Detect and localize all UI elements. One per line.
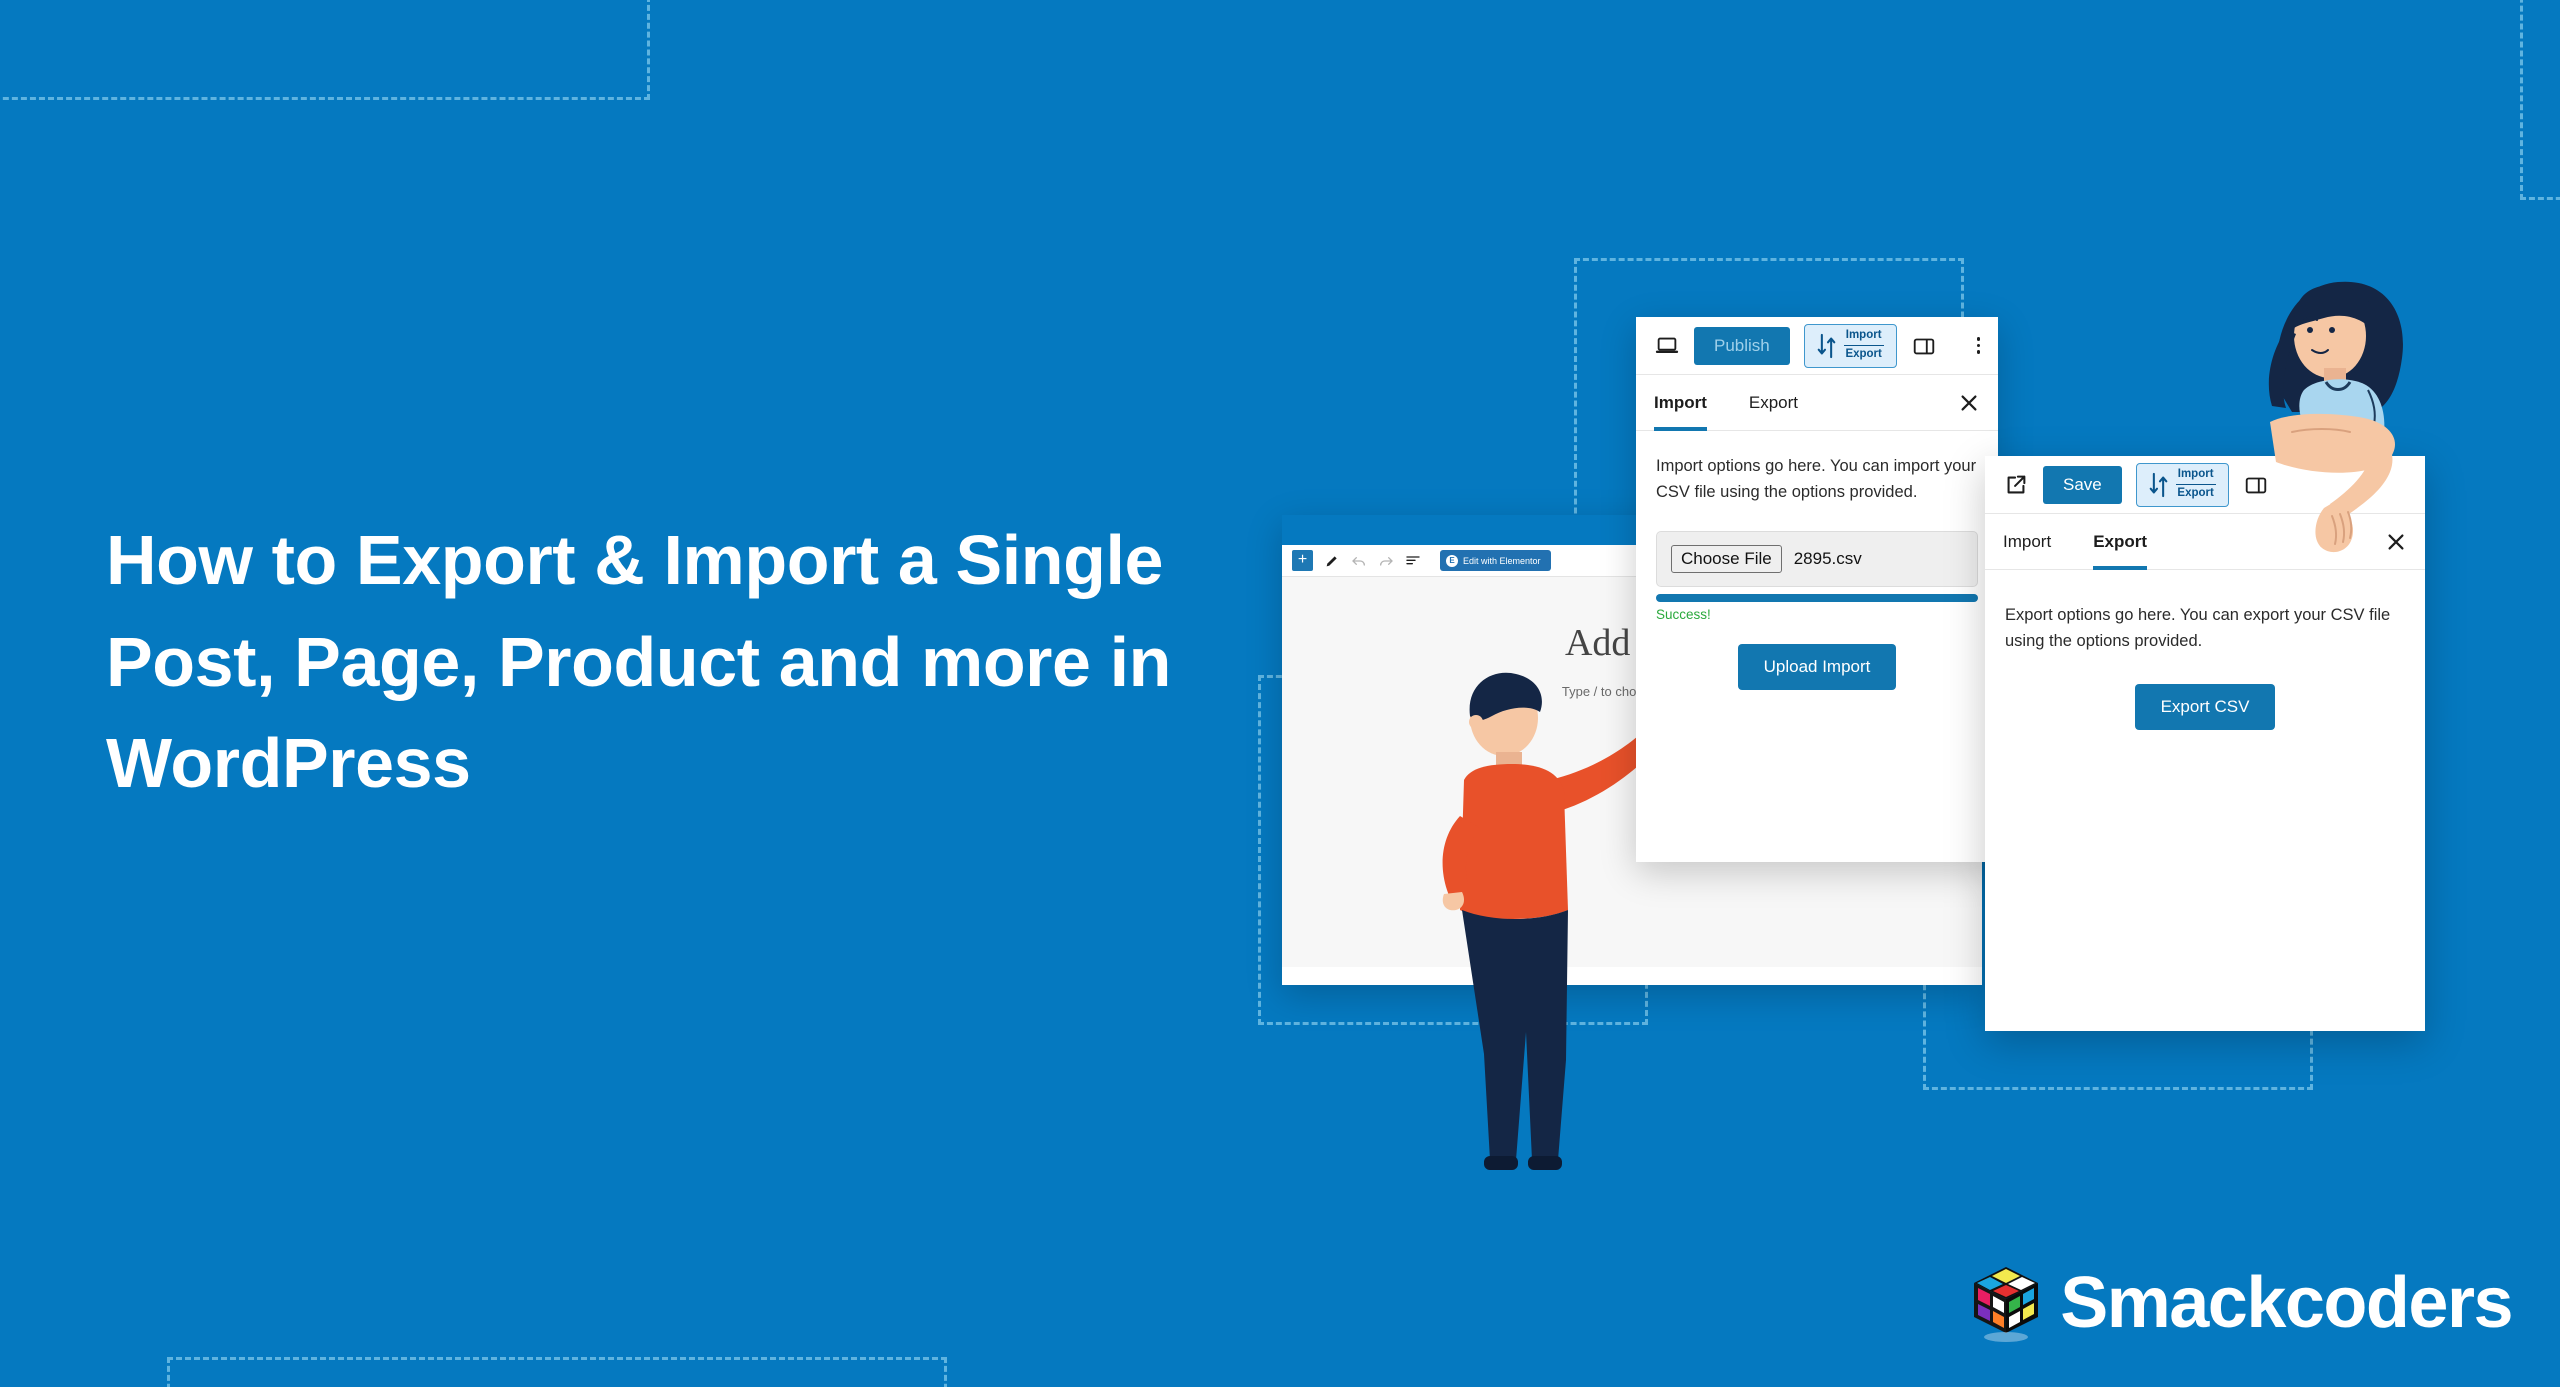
export-description: Export options go here. You can export y… <box>2005 606 2391 651</box>
export-panel-body: Export options go here. You can export y… <box>1985 570 2425 731</box>
sidebar-panel-icon[interactable] <box>1911 333 1937 359</box>
tab-import[interactable]: Import <box>2003 514 2051 569</box>
elementor-badge-icon: E <box>1446 554 1458 567</box>
selected-file-name: 2895.csv <box>1793 549 1862 569</box>
choose-file-button[interactable]: Choose File <box>1671 545 1782 574</box>
close-x-icon[interactable] <box>2385 531 2407 553</box>
up-down-arrows-icon <box>1817 333 1836 358</box>
sidebar-panel-icon[interactable] <box>2243 472 2269 498</box>
publish-button[interactable]: Publish <box>1694 326 1790 365</box>
page-title: How to Export & Import a Single Post, Pa… <box>106 521 1172 802</box>
import-panel: Publish Import Export Import Export Impo… <box>1636 317 1998 862</box>
export-panel: Save Import Export Import Export Export … <box>1985 456 2425 1031</box>
ie-toggle-export-label: Export <box>2177 487 2214 499</box>
import-panel-tabs: Import Export <box>1636 375 1998 431</box>
ie-toggle-export-label: Export <box>1845 348 1882 360</box>
save-button[interactable]: Save <box>2043 465 2122 504</box>
document-outline-icon[interactable] <box>1405 553 1421 569</box>
decor-dashed-box-top-left <box>0 0 650 100</box>
plus-icon[interactable]: + <box>1292 550 1313 571</box>
import-panel-toolbar: Publish Import Export <box>1636 317 1998 375</box>
brand-logo: Smackcoders <box>1964 1261 2513 1345</box>
import-submit-row: Upload Import <box>1656 644 1978 691</box>
edit-with-elementor-button[interactable]: E Edit with Elementor <box>1440 550 1551 571</box>
pencil-icon[interactable] <box>1324 553 1340 569</box>
upload-import-button[interactable]: Upload Import <box>1737 644 1897 691</box>
undo-arrow-icon[interactable] <box>1351 553 1367 569</box>
export-panel-tabs: Import Export <box>1985 514 2425 570</box>
laptop-preview-icon[interactable] <box>1654 333 1680 359</box>
import-description: Import options go here. You can import y… <box>1656 457 1977 502</box>
brand-name: Smackcoders <box>2060 1263 2513 1343</box>
close-x-icon[interactable] <box>1958 392 1980 414</box>
export-submit-row: Export CSV <box>2005 684 2405 731</box>
import-export-toggle-button[interactable]: Import Export <box>1803 323 1897 368</box>
status-message: Success! <box>1656 607 1711 623</box>
tab-export[interactable]: Export <box>1749 375 1798 430</box>
edit-with-elementor-label: Edit with Elementor <box>1463 555 1541 566</box>
import-panel-body: Import options go here. You can import y… <box>1636 431 1998 691</box>
decor-dashed-box-bottom-left <box>167 1357 947 1387</box>
decor-dashed-box-top-right <box>2520 0 2560 200</box>
export-panel-toolbar: Save Import Export <box>1985 456 2425 514</box>
kebab-menu-icon[interactable] <box>1976 337 1980 354</box>
ie-toggle-import-label: Import <box>1843 327 1884 346</box>
rubiks-cube-logo <box>1974 1267 2039 1342</box>
import-export-toggle-button[interactable]: Import Export <box>2135 462 2229 507</box>
open-external-icon[interactable] <box>2003 472 2029 498</box>
export-csv-button[interactable]: Export CSV <box>2134 684 2276 731</box>
redo-arrow-icon[interactable] <box>1378 553 1394 569</box>
tab-export[interactable]: Export <box>2093 514 2147 570</box>
tab-import[interactable]: Import <box>1654 375 1707 431</box>
up-down-arrows-icon <box>2149 472 2168 497</box>
upload-progress-bar <box>1656 594 1978 603</box>
ie-toggle-import-label: Import <box>2175 466 2216 485</box>
file-upload-field[interactable]: Choose File 2895.csv <box>1656 531 1978 588</box>
